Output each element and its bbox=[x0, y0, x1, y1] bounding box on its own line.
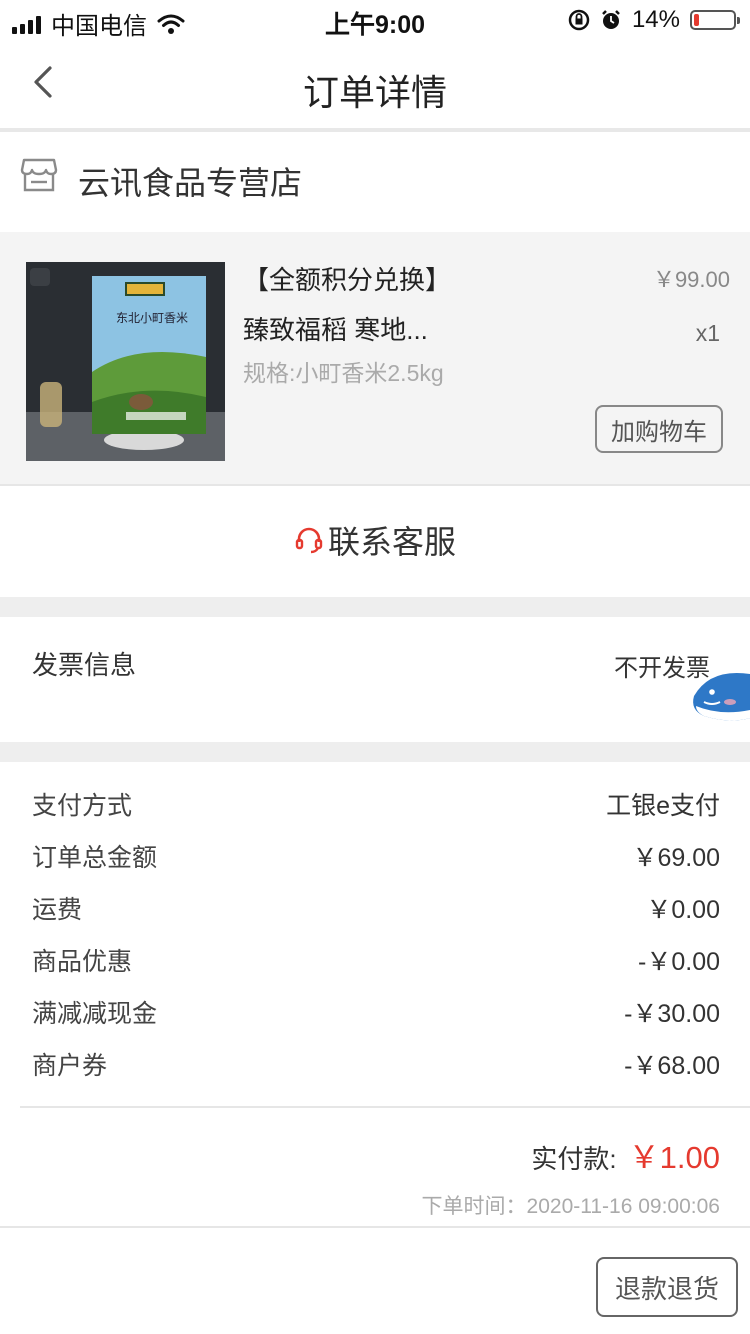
alarm-icon bbox=[602, 10, 620, 29]
order-total-label: 订单总金额 bbox=[32, 844, 158, 872]
product-quantity: x1 bbox=[695, 320, 720, 346]
shipping-value: ￥0.00 bbox=[646, 896, 720, 924]
headset-icon bbox=[295, 527, 323, 554]
merchant-coupon-label: 商户券 bbox=[32, 1052, 108, 1080]
amount-paid: 实付款: ￥1.00 bbox=[531, 1132, 720, 1177]
amount-paid-label: 实付款: bbox=[531, 1144, 617, 1174]
order-total-row: 订单总金额 ￥69.00 bbox=[32, 836, 720, 876]
section-gap bbox=[0, 742, 750, 762]
whale-float-icon[interactable] bbox=[690, 660, 750, 734]
status-bar: 中国电信 上午9:00 14% bbox=[0, 0, 750, 42]
product-price: ￥99.00 bbox=[652, 267, 730, 292]
rotation-lock-icon bbox=[568, 9, 590, 31]
divider bbox=[0, 1226, 750, 1228]
product-image[interactable]: 东北小町香米 bbox=[26, 262, 225, 461]
product-discount-value: -￥0.00 bbox=[638, 948, 720, 976]
cash-reduction-value: -￥30.00 bbox=[624, 1000, 720, 1028]
battery-percent: 14% bbox=[631, 6, 680, 33]
cash-reduction-label: 满减减现金 bbox=[32, 1000, 158, 1028]
divider bbox=[20, 1106, 750, 1108]
merchant-coupon-value: -￥68.00 bbox=[624, 1052, 720, 1080]
product-discount-row: 商品优惠 -￥0.00 bbox=[32, 940, 720, 980]
product-title[interactable]: 【全额积分兑换】 bbox=[243, 260, 451, 297]
add-to-cart-button[interactable]: 加购物车 bbox=[595, 405, 723, 453]
page-title: 订单详情 bbox=[302, 72, 447, 113]
battery-icon bbox=[690, 10, 740, 30]
navigation-bar: 订单详情 bbox=[0, 42, 750, 128]
contact-service-label: 联系客服 bbox=[327, 524, 456, 560]
merchant-coupon-row: 商户券 -￥68.00 bbox=[32, 1044, 720, 1084]
cash-reduction-row: 满减减现金 -￥30.00 bbox=[32, 992, 720, 1032]
payment-method-value: 工银e支付 bbox=[606, 792, 720, 820]
contact-service-button[interactable]: 联系客服 bbox=[0, 500, 750, 580]
product-discount-label: 商品优惠 bbox=[32, 948, 133, 976]
order-total-value: ￥69.00 bbox=[632, 844, 720, 872]
invoice-label: 发票信息 bbox=[32, 650, 137, 680]
section-gap bbox=[0, 597, 750, 617]
svg-text:东北小町香米: 东北小町香米 bbox=[116, 311, 188, 325]
amount-paid-value: ￥1.00 bbox=[628, 1140, 720, 1175]
shipping-row: 运费 ￥0.00 bbox=[32, 888, 720, 928]
payment-method-label: 支付方式 bbox=[32, 792, 133, 820]
shipping-label: 运费 bbox=[32, 896, 83, 924]
store-icon bbox=[20, 158, 58, 192]
order-time: 下单时间：2020-11-16 09:00:06 bbox=[421, 1195, 720, 1218]
product-card[interactable]: 东北小町香米 【全额积分兑换】 臻致福稻 寒地... 规格:小町香米2.5kg … bbox=[0, 232, 750, 484]
payment-method-row: 支付方式 工银e支付 bbox=[32, 784, 720, 824]
refund-return-button[interactable]: 退款退货 bbox=[596, 1257, 738, 1317]
store-name[interactable]: 云讯食品专营店 bbox=[78, 158, 302, 204]
product-spec: 规格:小町香米2.5kg bbox=[243, 360, 444, 386]
divider bbox=[0, 128, 750, 132]
divider bbox=[0, 484, 750, 486]
product-name[interactable]: 臻致福稻 寒地... bbox=[243, 310, 428, 347]
